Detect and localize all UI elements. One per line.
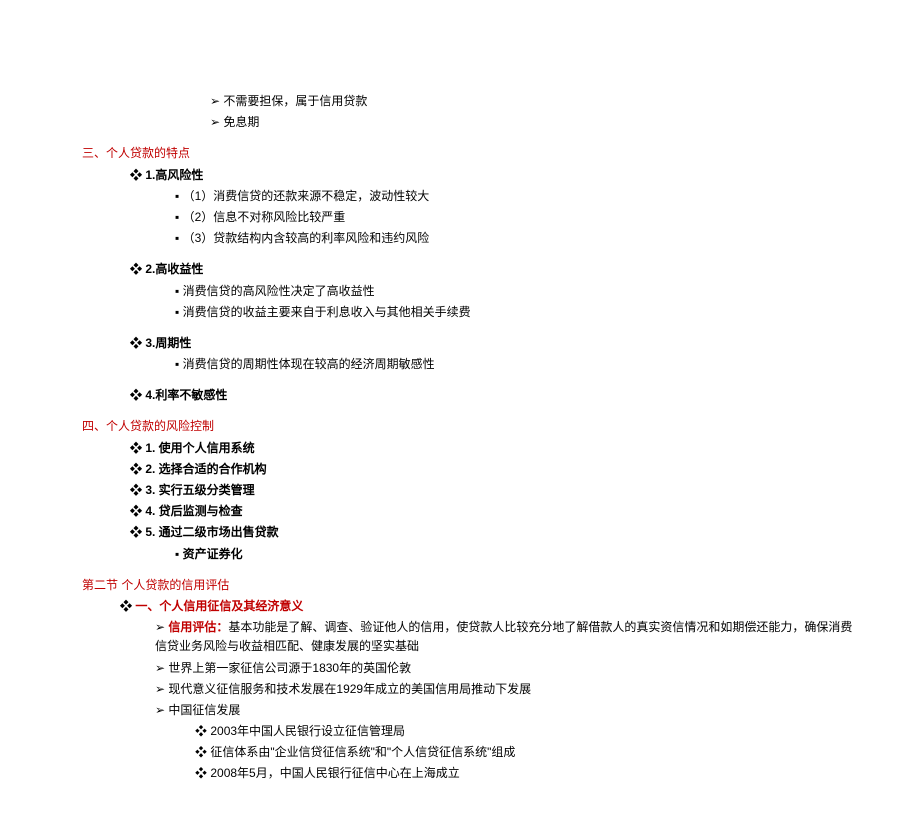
list-item: 征信体系由"企业信贷征信系统"和"个人信贷征信系统"组成 [195,743,860,762]
list-item: 2. 选择合适的合作机构 [130,460,860,479]
list-item: 免息期 [210,113,860,132]
list-item: 世界上第一家征信公司源于1830年的英国伦敦 [155,659,860,678]
list-item: 5. 通过二级市场出售贷款 [130,523,860,542]
list-item: 1. 使用个人信用系统 [130,439,860,458]
list-item: 中国征信发展 [155,701,860,720]
label: 信用评估： [168,620,228,634]
list-item: 现代意义征信服务和技术发展在1929年成立的美国信用局推动下发展 [155,680,860,699]
list-item: 2003年中国人民银行设立征信管理局 [195,722,860,741]
list-item: 4. 贷后监测与检查 [130,502,860,521]
list-item: 消费信贷的高风险性决定了高收益性 [175,282,860,301]
section-heading: 第二节 个人贷款的信用评估 [82,576,860,595]
section-heading: 四、个人贷款的风险控制 [82,417,860,436]
list-item: （2）信息不对称风险比较严重 [175,208,860,227]
section-heading: 三、个人贷款的特点 [82,144,860,163]
list-item: 4.利率不敏感性 [130,386,860,405]
list-item: 资产证券化 [175,545,860,564]
subsection-heading: 一、个人信用征信及其经济意义 [120,597,860,616]
list-item: 2008年5月，中国人民银行征信中心在上海成立 [195,764,860,783]
list-item: 2.高收益性 [130,260,860,279]
list-item: 3.周期性 [130,334,860,353]
list-item: 1.高风险性 [130,166,860,185]
list-item: 消费信贷的收益主要来自于利息收入与其他相关手续费 [175,303,860,322]
list-item: 消费信贷的周期性体现在较高的经济周期敏感性 [175,355,860,374]
list-item: （3）贷款结构内含较高的利率风险和违约风险 [175,229,860,248]
list-item: （1）消费信贷的还款来源不稳定，波动性较大 [175,187,860,206]
list-item: 不需要担保，属于信用贷款 [210,92,860,111]
list-item: 信用评估：基本功能是了解、调查、验证他人的信用，使贷款人比较充分地了解借款人的真… [155,618,860,656]
list-item: 3. 实行五级分类管理 [130,481,860,500]
text: 基本功能是了解、调查、验证他人的信用，使贷款人比较充分地了解借款人的真实资信情况… [155,620,852,653]
